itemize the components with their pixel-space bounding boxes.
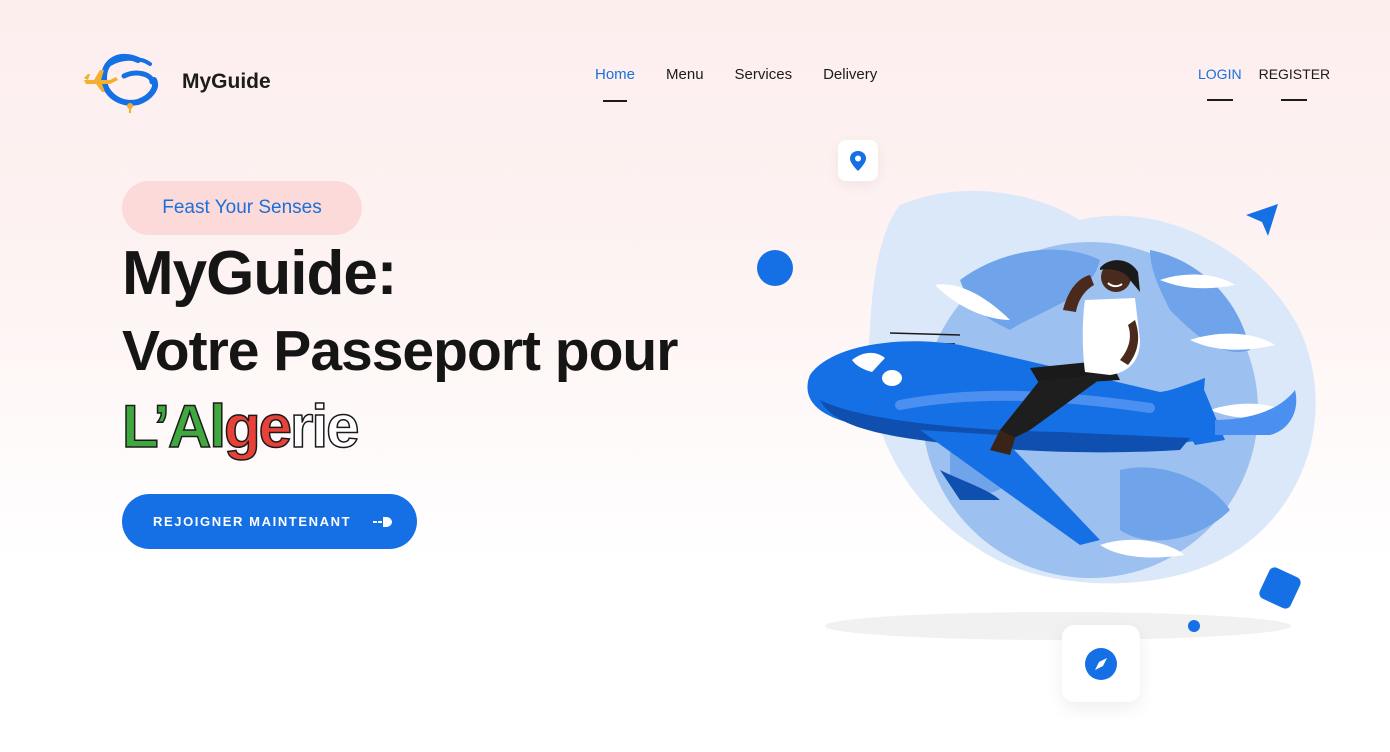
nav-item-menu[interactable]: Menu — [666, 66, 704, 83]
nav-item-delivery[interactable]: Delivery — [823, 66, 877, 83]
location-pin-icon — [850, 150, 866, 171]
hero-title-line3: L’Algerie — [121, 392, 360, 461]
main-nav: Home Menu Services Delivery — [595, 66, 877, 83]
auth-links: LOGIN REGISTER — [1198, 66, 1330, 82]
brand-logo[interactable]: MyGuide — [80, 50, 271, 114]
compass-icon — [1085, 647, 1117, 680]
blue-dot-large — [757, 250, 793, 286]
nav-item-home[interactable]: Home — [595, 66, 635, 83]
hero-illustration — [757, 190, 1316, 640]
ground-shadow — [825, 612, 1291, 640]
arrow-right-icon — [373, 516, 393, 527]
title-algeria-white: rie — [289, 392, 360, 461]
hero-badge: Feast Your Senses — [122, 181, 362, 235]
title-algeria-green: L’Al — [121, 392, 227, 461]
compass-card — [1062, 625, 1140, 702]
paper-plane-icon — [1246, 204, 1278, 236]
blue-square — [1259, 567, 1301, 609]
brand-name: MyGuide — [182, 70, 271, 93]
register-link[interactable]: REGISTER — [1259, 66, 1331, 82]
join-now-button[interactable]: REJOIGNER MAINTENANT — [122, 494, 417, 549]
hero-title-line2: Votre Passeport pour — [122, 319, 678, 383]
login-link[interactable]: LOGIN — [1198, 66, 1242, 82]
plane-globe-logo-icon — [84, 53, 158, 113]
blue-dot-small — [1188, 620, 1200, 632]
title-algeria-red: ge — [223, 392, 293, 461]
join-now-label: REJOIGNER MAINTENANT — [153, 514, 352, 529]
hero-title-line1: MyGuide: — [122, 239, 397, 308]
nav-item-services[interactable]: Services — [735, 66, 793, 83]
location-pin-card — [838, 140, 878, 181]
